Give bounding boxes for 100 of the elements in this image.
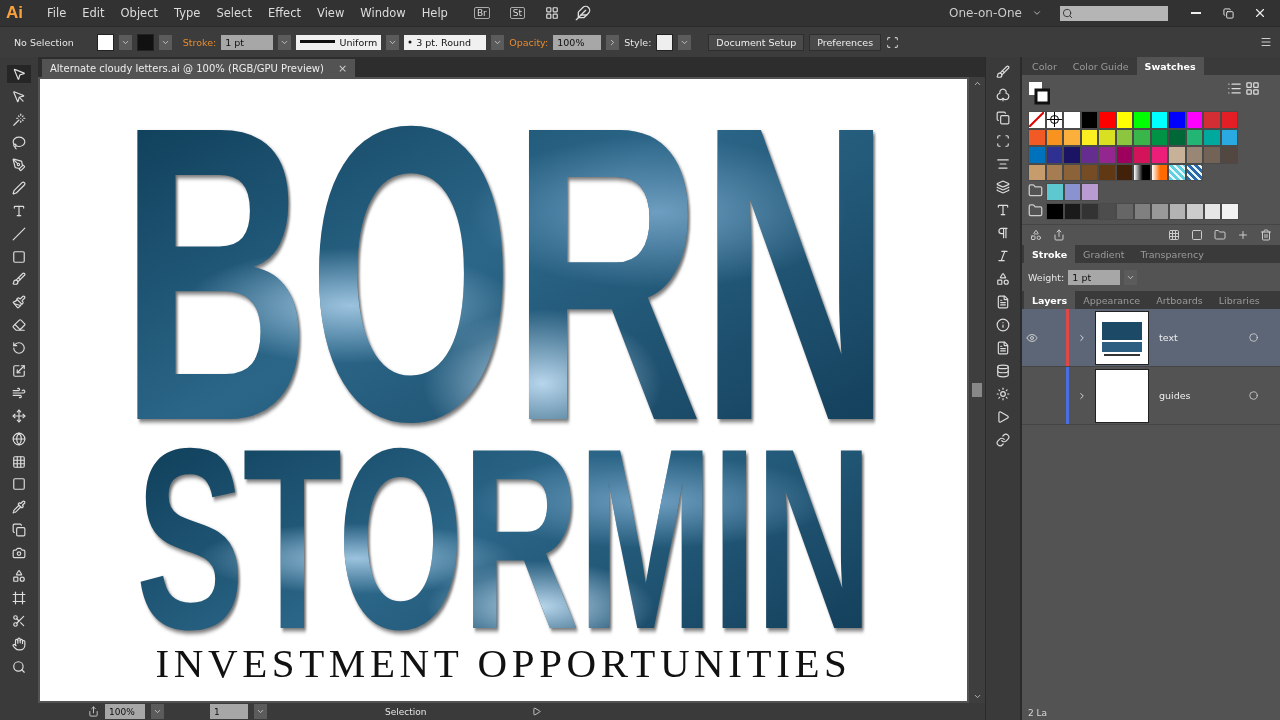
opacity-label[interactable]: Opacity: [509,36,549,48]
new-swatch-icon[interactable] [1191,229,1203,241]
layer-row[interactable]: guides [1022,367,1280,425]
color-swatch[interactable] [1151,202,1169,220]
tab-close-button[interactable]: × [337,61,348,75]
status-tool[interactable]: Selection [385,706,427,717]
color-swatch[interactable] [1098,202,1116,220]
menu-icon[interactable] [1260,36,1272,48]
color-swatch[interactable] [1098,146,1116,164]
dropdown-button[interactable] [254,704,267,719]
fill-swatch[interactable] [96,33,114,51]
search-field[interactable] [1060,5,1168,21]
target-icon[interactable] [1249,391,1258,400]
expand-icon[interactable] [1077,390,1087,401]
control-bar-button[interactable]: Preferences [809,33,882,51]
selection-tool-icon[interactable] [7,65,31,84]
color-swatch[interactable] [1168,146,1186,164]
share-icon[interactable] [1053,229,1065,241]
folder-icon[interactable] [1028,183,1043,198]
layer-row[interactable]: text [1022,309,1280,367]
color-swatch[interactable] [1063,146,1081,164]
menu-item[interactable]: Window [354,6,412,20]
color-swatch[interactable] [1168,202,1186,220]
stroke-profile-field[interactable]: Uniform [296,34,382,50]
panel-tab[interactable]: Appearance [1075,291,1149,309]
play-icon[interactable] [532,707,542,716]
brush-field[interactable]: 3 pt. Round [404,34,487,50]
list-view-icon[interactable] [1227,81,1242,96]
artboard-field[interactable]: 1 [210,704,248,719]
dropdown-button[interactable] [491,34,505,50]
panel-tab[interactable]: Color Guide [1064,57,1137,75]
dropdown-button[interactable] [151,704,164,719]
panel-tab[interactable]: Swatches [1136,57,1204,75]
panel-tab[interactable]: Stroke [1024,245,1076,263]
stroke-weight-field[interactable]: 1 pt [221,34,274,50]
control-bar-button[interactable]: Document Setup [708,33,805,51]
stroke-swatch[interactable] [136,33,154,51]
dropdown-button[interactable] [606,34,620,50]
share-icon[interactable] [88,706,99,717]
panel-tab[interactable]: Color [1024,57,1065,75]
scroll-down-icon[interactable] [972,692,982,701]
color-swatch[interactable] [1081,202,1099,220]
arrange-documents-icon[interactable] [545,6,559,20]
visibility-eye-icon[interactable] [1026,331,1038,344]
feather-icon[interactable] [575,5,591,21]
color-swatch[interactable] [1116,202,1134,220]
dropdown-button[interactable] [386,34,400,50]
none-swatch[interactable] [1028,111,1046,129]
panel-tab[interactable]: Gradient [1075,245,1133,263]
color-swatch[interactable] [1168,111,1186,129]
menu-item[interactable]: File [41,6,73,20]
swatch-options-icon[interactable] [1168,229,1180,241]
color-swatch[interactable] [1098,111,1116,129]
stroke-label[interactable]: Stroke: [182,36,217,48]
color-swatch[interactable] [1133,202,1151,220]
color-swatch[interactable] [1133,111,1151,129]
dropdown-button[interactable] [678,34,692,50]
color-swatch[interactable] [1221,202,1239,220]
menu-item[interactable]: Select [210,6,258,20]
color-swatch[interactable] [1203,202,1221,220]
document-tab[interactable]: Alternate cloudy letters.ai @ 100% (RGB/GPU Preview) × [42,59,356,77]
fill-stroke-icon[interactable] [1028,81,1050,105]
caret-icon[interactable] [1032,8,1042,18]
menu-item[interactable]: Object [114,6,164,20]
panel-tab[interactable]: Layers [1024,291,1076,309]
workspace-switcher[interactable]: One-on-One [948,6,1022,20]
layer-name[interactable]: guides [1159,390,1249,401]
color-swatch[interactable] [1063,111,1081,129]
app-bar-button[interactable]: Br [473,7,490,19]
color-swatch[interactable] [1046,202,1064,220]
dropdown-button[interactable] [118,34,132,50]
opacity-field[interactable]: 100% [553,34,602,50]
color-swatch[interactable] [1028,146,1046,164]
panel-tab[interactable]: Transparency [1132,245,1212,263]
style-swatch[interactable] [656,33,674,51]
zoom-field[interactable]: 100% [105,704,145,719]
vertical-scrollbar[interactable] [969,77,985,703]
new-swatch-icon[interactable] [1237,229,1249,241]
scroll-thumb[interactable] [972,383,982,397]
weight-field[interactable]: 1 pt [1068,269,1121,285]
menu-item[interactable]: Effect [261,6,307,20]
dropdown-button[interactable] [158,34,172,50]
folder-icon[interactable] [1028,202,1043,218]
color-swatch[interactable] [1203,111,1221,129]
menu-item[interactable]: Edit [76,6,111,20]
target-icon[interactable] [1249,333,1258,342]
menu-item[interactable]: Help [415,6,454,20]
folder-icon[interactable] [1214,229,1226,241]
panel-tab[interactable]: Artboards [1148,291,1211,309]
menu-item[interactable]: View [311,6,351,20]
color-swatch[interactable] [1133,146,1151,164]
color-swatch[interactable] [1046,183,1064,201]
color-swatch[interactable] [1203,146,1221,164]
delete-icon[interactable] [1260,229,1272,241]
layer-name[interactable]: text [1159,332,1249,343]
grid-view-icon[interactable] [1245,81,1260,96]
color-swatch[interactable] [1081,183,1099,201]
links-panel-icon[interactable] [993,431,1013,448]
dropdown-button[interactable] [278,34,292,50]
color-swatch[interactable] [1063,202,1081,220]
